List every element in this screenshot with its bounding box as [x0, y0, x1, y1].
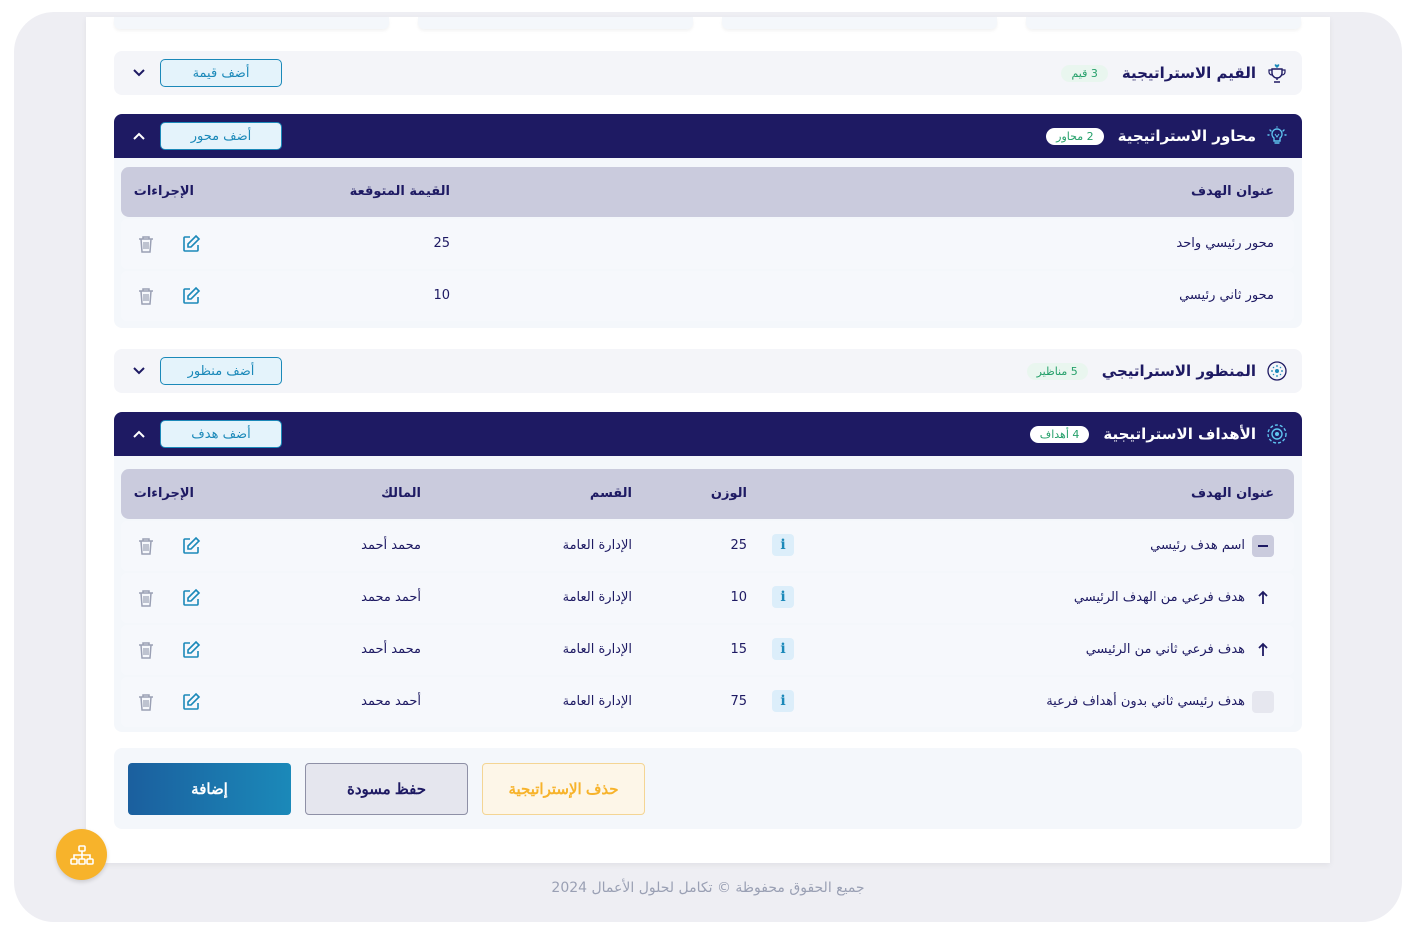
- add-value-button[interactable]: أضف قيمة: [160, 59, 282, 87]
- row-title: هدف رئيسي ثاني بدون أهداف فرعية: [1046, 694, 1245, 709]
- add-goal-button[interactable]: أضف هدف: [160, 420, 282, 448]
- table-row: محور ثاني رئيسي 10: [121, 271, 1294, 321]
- subgoal-arrow-icon: [1252, 587, 1274, 609]
- table-row: اسم هدف رئيسي i 25 الإدارة العامة محمد أ…: [121, 521, 1294, 571]
- row-title: محور ثاني رئيسي: [1179, 288, 1274, 303]
- section-strategy-axes[interactable]: محاور الاستراتيجية 2 محاور أضف محور: [114, 114, 1302, 158]
- row-weight: 25: [730, 538, 747, 553]
- section-strategic-perspective[interactable]: المنظور الاستراتيجي 5 مناظير أضف منظور: [114, 349, 1302, 393]
- summary-card-stub: [722, 17, 997, 29]
- trash-icon[interactable]: [135, 587, 157, 609]
- edit-icon[interactable]: [180, 691, 202, 713]
- edit-icon[interactable]: [180, 233, 202, 255]
- row-expected-value: 10: [433, 288, 450, 303]
- empty-marker-icon: [1252, 691, 1274, 713]
- summary-card-stub: [418, 17, 693, 29]
- trash-icon[interactable]: [135, 535, 157, 557]
- header-owner: المالك: [381, 486, 421, 501]
- section-title: الأهداف الاستراتيجية: [1103, 425, 1256, 443]
- trash-icon[interactable]: [135, 285, 157, 307]
- row-owner: محمد أحمد: [361, 642, 421, 657]
- trash-icon[interactable]: [135, 691, 157, 713]
- count-badge: 3 قيم: [1061, 64, 1108, 82]
- edit-icon[interactable]: [180, 587, 202, 609]
- add-button[interactable]: إضافة: [128, 763, 291, 815]
- chevron-down-icon[interactable]: [130, 64, 148, 82]
- add-axis-button[interactable]: أضف محور: [160, 122, 282, 150]
- axes-table-header: عنوان الهدف القيمة المتوقعة الإجراءات: [121, 167, 1294, 217]
- header-title: عنوان الهدف: [1191, 486, 1274, 501]
- edit-icon[interactable]: [180, 535, 202, 557]
- summary-card-stub: [114, 17, 389, 29]
- row-department: الإدارة العامة: [562, 694, 632, 709]
- section-title: المنظور الاستراتيجي: [1101, 362, 1256, 380]
- form-actions-bar: [114, 748, 1302, 829]
- count-badge: 4 أهداف: [1029, 425, 1090, 443]
- trash-icon[interactable]: [135, 233, 157, 255]
- row-expected-value: 25: [433, 236, 450, 251]
- lightbulb-icon: [1266, 125, 1288, 147]
- header-title: عنوان الهدف: [1191, 184, 1274, 199]
- section-title: القيم الاستراتيجية: [1121, 64, 1256, 82]
- row-department: الإدارة العامة: [562, 642, 632, 657]
- header-department: القسم: [589, 486, 632, 501]
- section-title: محاور الاستراتيجية: [1117, 127, 1256, 145]
- edit-icon[interactable]: [180, 639, 202, 661]
- count-badge: 2 محاور: [1046, 127, 1104, 145]
- row-owner: أحمد محمد: [361, 590, 421, 605]
- row-title: محور رئيسي واحد: [1176, 236, 1274, 251]
- info-icon[interactable]: i: [772, 690, 794, 712]
- table-row: هدف رئيسي ثاني بدون أهداف فرعية i 75 الإ…: [121, 677, 1294, 727]
- org-chart-button[interactable]: [56, 829, 107, 880]
- save-draft-button[interactable]: حفظ مسودة: [305, 763, 468, 815]
- header-expected-value: القيمة المتوقعة: [349, 184, 450, 199]
- row-weight: 10: [730, 590, 747, 605]
- delete-strategy-button[interactable]: حذف الإستراتيجية: [482, 763, 645, 815]
- row-weight: 15: [730, 642, 747, 657]
- org-chart-icon: [69, 844, 94, 865]
- copyright-footer: جميع الحقوق محفوظة © تكامل لحلول الأعمال…: [551, 880, 865, 896]
- header-actions: الإجراءات: [133, 184, 194, 199]
- row-title: هدف فرعي من الهدف الرئيسي: [1073, 590, 1245, 605]
- collapse-icon[interactable]: [1252, 535, 1274, 557]
- row-title: اسم هدف رئيسي: [1150, 538, 1245, 553]
- header-weight: الوزن: [710, 486, 747, 501]
- row-department: الإدارة العامة: [562, 590, 632, 605]
- section-strategic-goals[interactable]: الأهداف الاستراتيجية 4 أهداف أضف هدف: [114, 412, 1302, 456]
- trash-icon[interactable]: [135, 639, 157, 661]
- row-owner: محمد أحمد: [361, 538, 421, 553]
- info-icon[interactable]: i: [772, 586, 794, 608]
- add-perspective-button[interactable]: أضف منظور: [160, 357, 282, 385]
- info-icon[interactable]: i: [772, 638, 794, 660]
- row-title: هدف فرعي ثاني من الرئيسي: [1085, 642, 1245, 657]
- row-owner: أحمد محمد: [361, 694, 421, 709]
- header-actions: الإجراءات: [133, 486, 194, 501]
- trophy-icon: [1266, 62, 1288, 84]
- subgoal-arrow-icon: [1252, 639, 1274, 661]
- table-row: محور رئيسي واحد 25: [121, 219, 1294, 269]
- row-department: الإدارة العامة: [562, 538, 632, 553]
- section-strategic-values[interactable]: القيم الاستراتيجية 3 قيم أضف قيمة: [114, 51, 1302, 95]
- chevron-down-icon[interactable]: [130, 362, 148, 380]
- row-weight: 75: [730, 694, 747, 709]
- table-row: هدف فرعي من الهدف الرئيسي i 10 الإدارة ا…: [121, 573, 1294, 623]
- goals-table-header: عنوان الهدف الوزن القسم المالك الإجراءات: [121, 469, 1294, 519]
- chevron-up-icon[interactable]: [130, 127, 148, 145]
- summary-card-stub: [1026, 17, 1301, 29]
- edit-icon[interactable]: [180, 285, 202, 307]
- target-icon: [1266, 360, 1288, 382]
- goal-target-icon: [1266, 423, 1288, 445]
- info-icon[interactable]: i: [772, 534, 794, 556]
- chevron-up-icon[interactable]: [130, 425, 148, 443]
- count-badge: 5 مناظير: [1026, 362, 1088, 380]
- table-row: هدف فرعي ثاني من الرئيسي i 15 الإدارة ال…: [121, 625, 1294, 675]
